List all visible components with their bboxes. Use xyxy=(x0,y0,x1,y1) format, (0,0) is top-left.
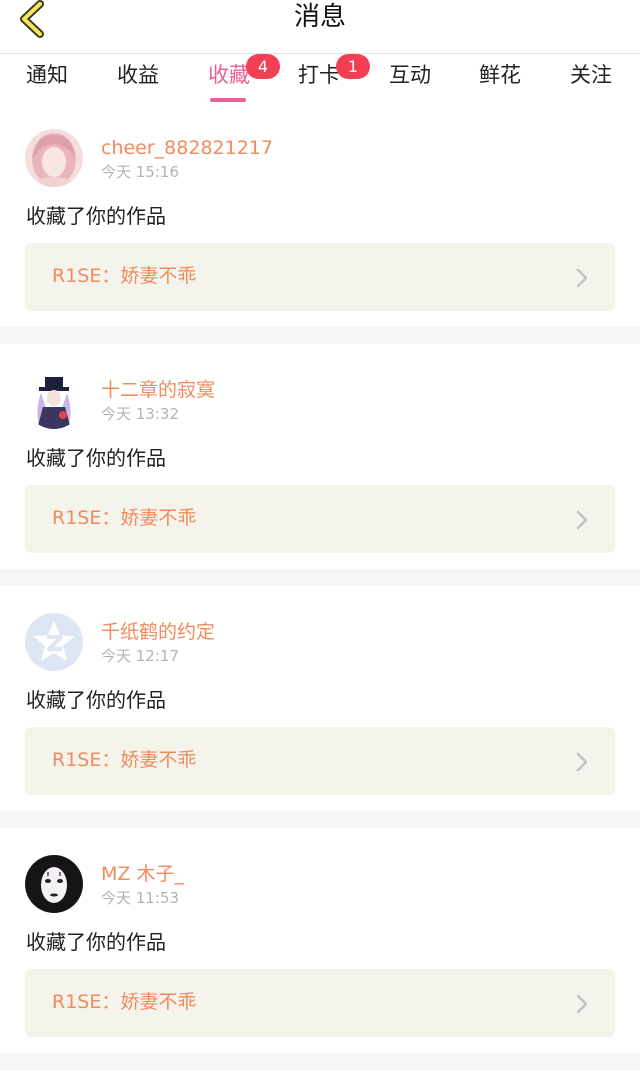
work-link[interactable]: R1SE：娇妻不乖 xyxy=(25,727,615,795)
list-item: MZ 木子_ 今天 11:53 收藏了你的作品 R1SE：娇妻不乖 xyxy=(0,828,640,1053)
divider xyxy=(0,569,640,586)
default-qq-avatar-icon xyxy=(25,613,83,671)
timestamp: 今天 11:53 xyxy=(101,889,179,907)
tab-label: 通知 xyxy=(26,63,68,87)
chevron-right-icon xyxy=(576,510,588,530)
no-face-avatar-icon xyxy=(25,855,83,913)
work-link[interactable]: R1SE：娇妻不乖 xyxy=(25,243,615,311)
timestamp: 今天 15:16 xyxy=(101,163,179,181)
chevron-right-icon xyxy=(576,268,588,288)
action-text: 收藏了你的作品 xyxy=(26,930,166,954)
tab-label: 收益 xyxy=(117,63,159,87)
unread-badge: 1 xyxy=(336,54,370,79)
tab-favorites[interactable]: 收藏 4 xyxy=(194,54,280,102)
tab-following[interactable]: 关注 xyxy=(556,62,626,88)
list-item: 千纸鹤的约定 今天 12:17 收藏了你的作品 R1SE：娇妻不乖 xyxy=(0,586,640,811)
list-item: cheer_882821217 今天 15:16 收藏了你的作品 R1SE：娇妻… xyxy=(0,102,640,327)
tab-label: 收藏 xyxy=(208,63,250,87)
top-bar: 消息 xyxy=(0,0,640,54)
tab-label: 打卡 xyxy=(298,63,340,87)
work-title: R1SE：娇妻不乖 xyxy=(52,265,197,287)
action-text: 收藏了你的作品 xyxy=(26,688,166,712)
username[interactable]: cheer_882821217 xyxy=(101,136,273,160)
tab-interaction[interactable]: 互动 xyxy=(375,62,445,88)
work-title: R1SE：娇妻不乖 xyxy=(52,991,197,1013)
divider xyxy=(0,327,640,344)
timestamp: 今天 12:17 xyxy=(101,647,179,665)
avatar[interactable] xyxy=(25,613,83,671)
tab-checkin[interactable]: 打卡 1 xyxy=(284,54,370,88)
tab-earnings[interactable]: 收益 xyxy=(103,62,173,88)
username[interactable]: MZ 木子_ xyxy=(101,862,184,886)
tab-label: 鲜花 xyxy=(479,63,521,87)
action-text: 收藏了你的作品 xyxy=(26,446,166,470)
username[interactable]: 十二章的寂寞 xyxy=(101,378,215,402)
work-title: R1SE：娇妻不乖 xyxy=(52,749,197,771)
timestamp: 今天 13:32 xyxy=(101,405,179,423)
tab-label: 关注 xyxy=(570,63,612,87)
username[interactable]: 千纸鹤的约定 xyxy=(101,620,215,644)
avatar[interactable] xyxy=(25,129,83,187)
action-text: 收藏了你的作品 xyxy=(26,204,166,228)
page-title: 消息 xyxy=(293,2,346,32)
avatar[interactable] xyxy=(25,855,83,913)
message-feed: cheer_882821217 今天 15:16 收藏了你的作品 R1SE：娇妻… xyxy=(0,102,640,1070)
anime-magician-avatar-icon xyxy=(25,371,83,429)
unread-badge: 4 xyxy=(246,54,280,79)
tab-bar: 通知 收益 收藏 4 打卡 1 互动 鲜花 关注 xyxy=(0,54,640,102)
pink-hair-girl-avatar-icon xyxy=(25,129,83,187)
tab-flowers[interactable]: 鲜花 xyxy=(465,62,535,88)
chevron-right-icon xyxy=(576,752,588,772)
work-link[interactable]: R1SE：娇妻不乖 xyxy=(25,485,615,553)
avatar[interactable] xyxy=(25,371,83,429)
list-item: 十二章的寂寞 今天 13:32 收藏了你的作品 R1SE：娇妻不乖 xyxy=(0,344,640,569)
tab-label: 互动 xyxy=(389,63,431,87)
work-title: R1SE：娇妻不乖 xyxy=(52,507,197,529)
divider xyxy=(0,1053,640,1070)
divider xyxy=(0,811,640,828)
work-link[interactable]: R1SE：娇妻不乖 xyxy=(25,969,615,1037)
tab-notifications[interactable]: 通知 xyxy=(12,62,82,88)
chevron-right-icon xyxy=(576,994,588,1014)
